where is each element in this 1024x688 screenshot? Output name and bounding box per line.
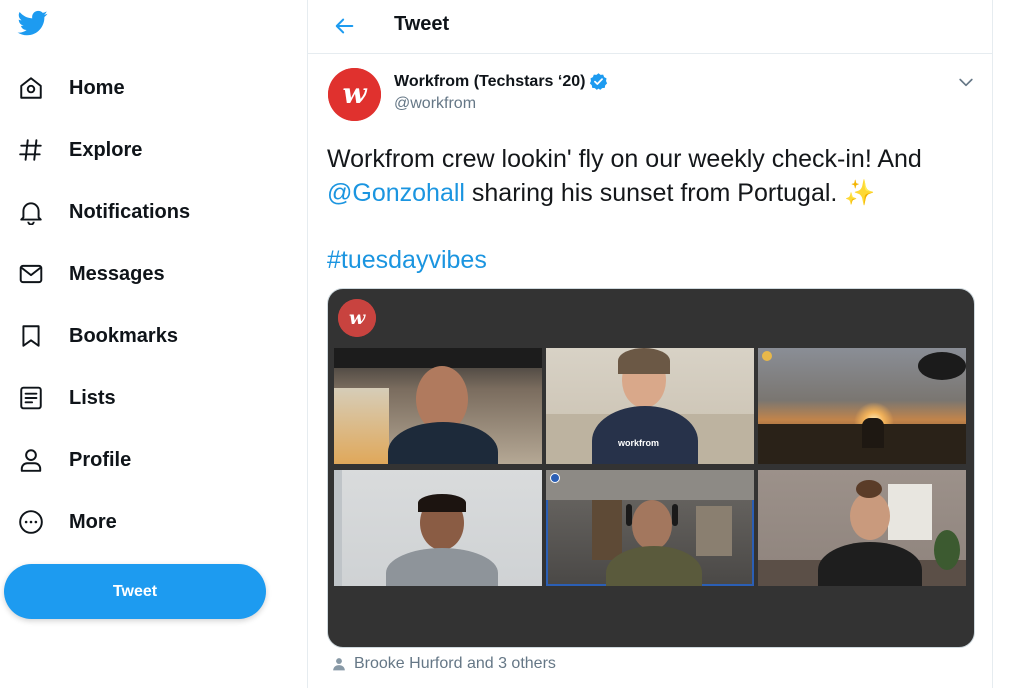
tagged-people-text: Brooke Hurford and 3 others: [354, 655, 556, 672]
sidebar-item-home[interactable]: Home: [16, 68, 125, 108]
sidebar-item-messages[interactable]: Messages: [16, 254, 165, 294]
video-tile: [758, 470, 966, 586]
video-tile: [334, 348, 542, 464]
sidebar-item-more[interactable]: More: [16, 502, 117, 542]
twitter-bird-icon[interactable]: [16, 8, 50, 38]
page-title: Tweet: [394, 13, 450, 35]
sidebar: Home Explore Notifications Messages Book…: [0, 0, 306, 688]
sidebar-item-label: Explore: [69, 138, 143, 161]
bookmark-icon: [16, 321, 46, 351]
hashtag-icon: [16, 135, 46, 165]
avatar[interactable]: w: [328, 68, 381, 121]
page-header: Tweet: [308, 0, 992, 54]
envelope-icon: [16, 259, 46, 289]
shirt-logo-text: workfrom: [618, 438, 660, 448]
video-tile-active-speaker: [546, 470, 754, 586]
sidebar-item-label: More: [69, 510, 117, 533]
list-icon: [16, 383, 46, 413]
person-icon: [16, 445, 46, 475]
back-arrow-icon[interactable]: [332, 13, 358, 39]
sidebar-item-label: Bookmarks: [69, 324, 178, 347]
more-circle-icon: [16, 507, 46, 537]
sidebar-item-label: Notifications: [69, 200, 191, 223]
bell-icon: [16, 197, 46, 227]
tweet-media-image[interactable]: w workfrom: [327, 288, 975, 648]
svg-text:w: w: [342, 77, 367, 110]
hashtag-link[interactable]: #tuesdayvibes: [327, 246, 487, 274]
sparkles-emoji: ✨: [844, 179, 876, 207]
sidebar-item-notifications[interactable]: Notifications: [16, 192, 190, 232]
sidebar-item-bookmarks[interactable]: Bookmarks: [16, 316, 178, 356]
tweet-detail-column: Tweet w Workfrom (Techstars ‘20) @workfr…: [307, 0, 993, 688]
sidebar-item-label: Lists: [69, 386, 116, 409]
person-small-icon: [333, 658, 345, 671]
sidebar-item-lists[interactable]: Lists: [16, 378, 116, 418]
author-display-name[interactable]: Workfrom (Techstars ‘20): [394, 73, 585, 91]
verified-badge-icon: [589, 72, 608, 91]
tweet-text-part: sharing his sunset from Portugal.: [464, 179, 845, 207]
sidebar-item-label: Home: [69, 76, 125, 99]
author-handle[interactable]: @workfrom: [394, 95, 476, 113]
sidebar-item-profile[interactable]: Profile: [16, 440, 131, 480]
sidebar-item-label: Messages: [69, 262, 165, 285]
hashtag-line: #tuesdayvibes: [327, 243, 487, 277]
svg-text:w: w: [349, 307, 366, 329]
video-tile: workfrom: [546, 348, 754, 464]
tweet-button[interactable]: Tweet: [4, 564, 266, 619]
author-name-row[interactable]: Workfrom (Techstars ‘20): [394, 72, 608, 91]
tagged-people-link[interactable]: Brooke Hurford and 3 others: [332, 655, 556, 673]
chevron-down-icon[interactable]: [956, 72, 976, 92]
sidebar-item-explore[interactable]: Explore: [16, 130, 142, 170]
tweet-text: Workfrom crew lookin' fly on our weekly …: [327, 142, 977, 210]
twitter-app: Home Explore Notifications Messages Book…: [0, 0, 1024, 688]
mention-link[interactable]: @Gonzohall: [327, 179, 465, 207]
video-tile: [334, 470, 542, 586]
video-tile: [758, 348, 966, 464]
home-icon: [16, 73, 46, 103]
workfrom-logo: w: [338, 299, 376, 337]
sidebar-item-label: Profile: [69, 448, 132, 471]
tweet-text-part: Workfrom crew lookin' fly on our weekly …: [327, 145, 922, 173]
